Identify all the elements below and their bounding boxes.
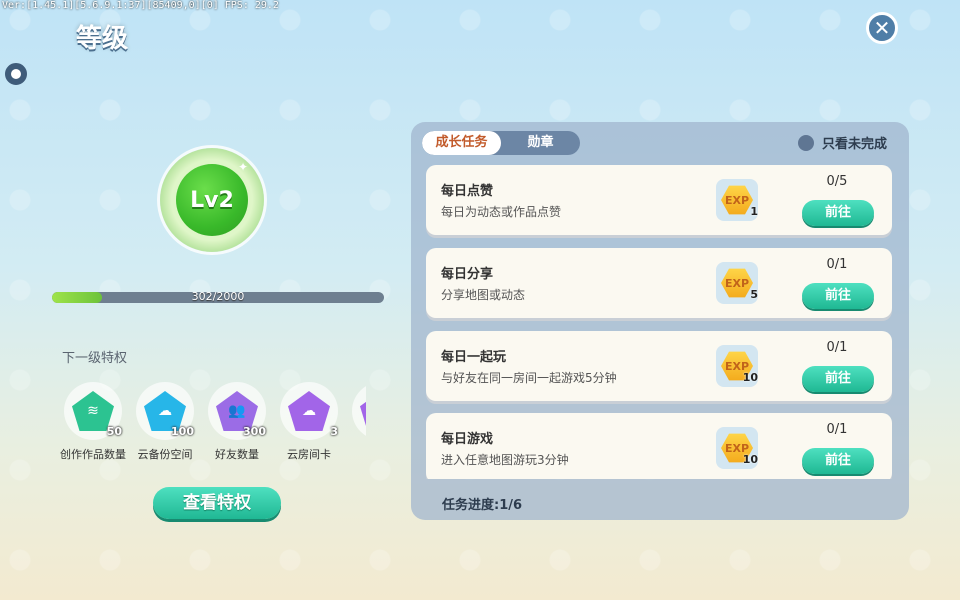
perk-icon — [360, 391, 366, 431]
perk-item[interactable]: 跟 — [346, 382, 366, 462]
level-badge: Lv2 — [176, 164, 248, 236]
exp-amount: 10 — [742, 371, 758, 384]
perk-icon-wrap: ☁ 3 — [280, 382, 338, 440]
sparkle-icon: ✦ — [238, 160, 249, 174]
exp-amount: 10 — [742, 453, 758, 466]
task-progress: 0/1 — [826, 257, 848, 272]
go-button[interactable]: 前往 — [802, 366, 874, 392]
perk-label: 创作作品数量 — [60, 448, 126, 461]
perk-icon-wrap: ≋ 50 — [64, 382, 122, 440]
radio-icon[interactable] — [798, 134, 814, 151]
perk-label: 云备份空间 — [137, 448, 193, 461]
perk-count: 50 — [106, 425, 122, 438]
next-level-perks-title: 下一级特权 — [62, 351, 128, 366]
perk-count: 100 — [171, 425, 194, 438]
task-name: 每日一起玩 — [441, 350, 507, 365]
perk-list[interactable]: ≋ 50 创作作品数量 ☁ 100 云备份空间 👥 300 好友数量 ☁ 3 云… — [58, 382, 366, 468]
perk-icon-wrap: ☁ 100 — [136, 382, 194, 440]
filter-label: 只看未完成 — [822, 137, 888, 152]
go-button[interactable]: 前往 — [802, 283, 874, 309]
perk-label: 云房间卡 — [287, 448, 331, 461]
exp-reward: EXP 1 — [716, 179, 758, 221]
exp-reward: EXP 10 — [716, 345, 758, 387]
task-description: 每日为动态或作品点赞 — [441, 205, 562, 219]
exp-reward: EXP 10 — [716, 427, 758, 469]
task-list[interactable]: 每日点赞 每日为动态或作品点赞 EXP 1 0/5 前往 每日分享 分享地图或动… — [426, 165, 892, 479]
debug-info: Ver:[1.45.1][5.6.9.1:37][85409,0][0] FPS… — [2, 0, 279, 11]
go-button[interactable]: 前往 — [802, 448, 874, 474]
task-description: 分享地图或动态 — [441, 288, 526, 302]
view-perks-button[interactable]: 查看特权 — [153, 487, 281, 519]
exp-icon: EXP — [721, 185, 753, 215]
perk-item[interactable]: 👥 300 好友数量 — [202, 382, 272, 462]
perk-icon-wrap — [352, 382, 366, 440]
task-item: 每日点赞 每日为动态或作品点赞 EXP 1 0/5 前往 — [426, 165, 892, 235]
task-item: 每日游戏 进入任意地图游玩3分钟 EXP 10 0/1 前往 — [426, 413, 892, 479]
task-tabs: 成长任务 勋章 — [422, 131, 580, 155]
task-progress: 0/1 — [826, 422, 848, 437]
cloud-room-icon: ☁ — [288, 391, 330, 431]
perk-item[interactable]: ≋ 50 创作作品数量 — [58, 382, 128, 462]
close-button[interactable]: ✕ — [866, 12, 898, 44]
task-name: 每日点赞 — [441, 184, 494, 199]
task-description: 进入任意地图游玩3分钟 — [441, 453, 569, 467]
exp-amount: 1 — [750, 205, 758, 218]
task-description: 与好友在同一房间一起游戏5分钟 — [441, 371, 617, 385]
task-item: 每日分享 分享地图或动态 EXP 5 0/1 前往 — [426, 248, 892, 318]
task-name: 每日游戏 — [441, 432, 494, 447]
exp-reward: EXP 5 — [716, 262, 758, 304]
perk-count: 3 — [330, 425, 338, 438]
perk-label: 好友数量 — [215, 448, 259, 461]
page-title: 等级 — [76, 24, 129, 54]
task-name: 每日分享 — [441, 267, 494, 282]
close-icon: ✕ — [873, 16, 891, 40]
tab-growth-tasks[interactable]: 成长任务 — [422, 131, 501, 155]
perk-count: 300 — [243, 425, 266, 438]
exp-icon: EXP — [721, 268, 753, 298]
task-summary: 任务进度:1/6 — [442, 498, 523, 513]
side-toggle-button[interactable] — [5, 63, 27, 85]
exp-amount: 5 — [750, 288, 758, 301]
task-progress: 0/5 — [826, 174, 848, 189]
tab-medals[interactable]: 勋章 — [501, 131, 580, 155]
go-button[interactable]: 前往 — [802, 200, 874, 226]
incomplete-only-filter[interactable]: 只看未完成 — [798, 133, 887, 152]
task-item: 每日一起玩 与好友在同一房间一起游戏5分钟 EXP 10 0/1 前往 — [426, 331, 892, 401]
perk-label: 跟 — [346, 446, 366, 462]
perk-item[interactable]: ☁ 3 云房间卡 — [274, 382, 344, 462]
level-progress-text: 302/2000 — [191, 290, 245, 303]
perk-item[interactable]: ☁ 100 云备份空间 — [130, 382, 200, 462]
task-progress: 0/1 — [826, 340, 848, 355]
perk-icon-wrap: 👥 300 — [208, 382, 266, 440]
